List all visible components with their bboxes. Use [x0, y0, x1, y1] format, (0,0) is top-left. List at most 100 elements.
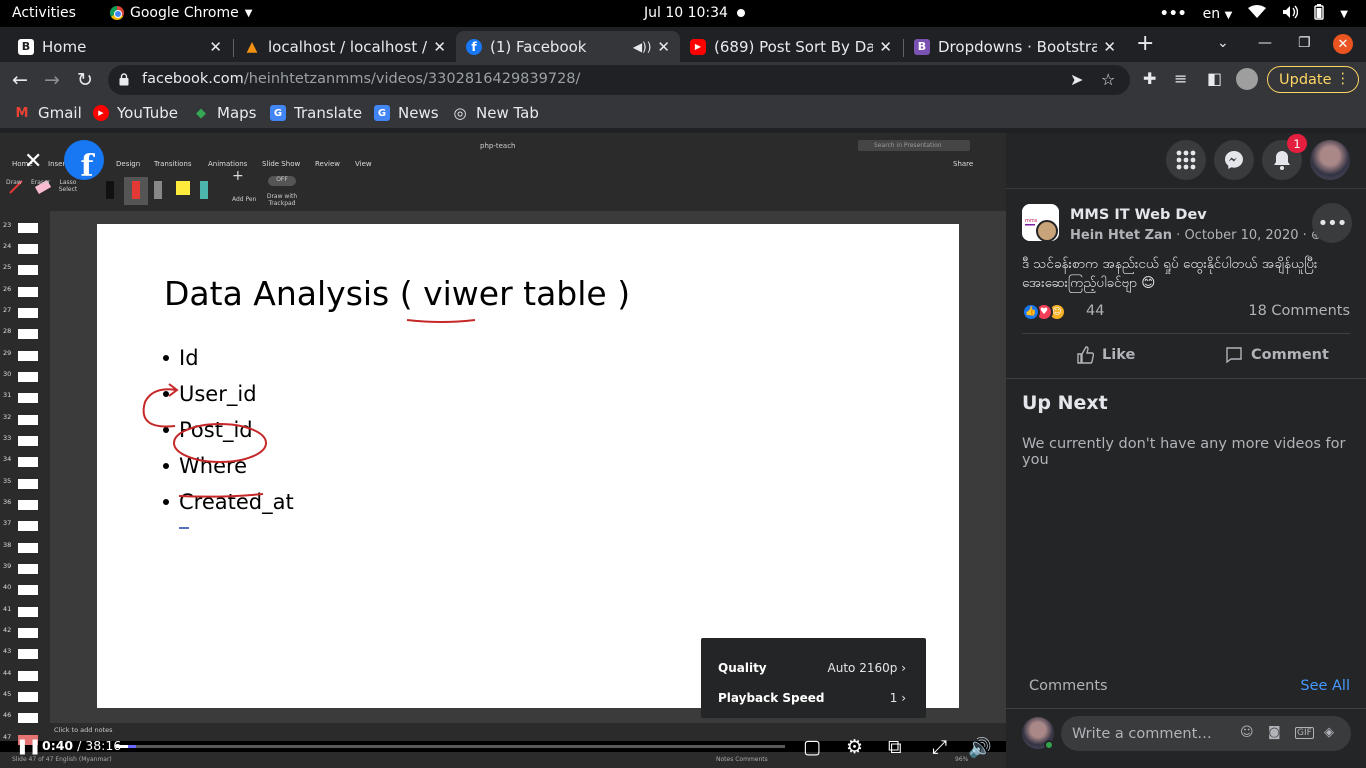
slide-thumb: 32	[3, 413, 47, 427]
close-tab-icon[interactable]: ✕	[1103, 38, 1116, 56]
system-tray[interactable]: ••• en ▼ ▼	[1160, 4, 1348, 24]
like-button[interactable]: Like	[1076, 346, 1135, 364]
chevron-right-icon: ›	[901, 691, 906, 705]
video-progress-bar[interactable]	[116, 745, 785, 748]
close-tab-icon[interactable]: ✕	[657, 38, 670, 56]
volume-icon[interactable]: 🔊	[968, 736, 992, 759]
more-icon[interactable]: •••	[1160, 6, 1187, 22]
more-options-button[interactable]: •••	[1312, 203, 1352, 243]
facebook-icon: f	[466, 38, 482, 55]
progress-buffered	[128, 745, 136, 748]
close-window-button[interactable]: ✕	[1333, 34, 1353, 54]
audio-playing-icon[interactable]: ◀))	[633, 40, 652, 54]
fullscreen-icon[interactable]: ⤢	[932, 736, 947, 758]
ppt-menu-item: Slide Show	[262, 160, 301, 168]
comments-count[interactable]: 18 Comments	[1248, 303, 1350, 319]
bookmark-maps[interactable]: ◆ Maps	[193, 104, 256, 122]
reload-icon[interactable]: ↻	[77, 69, 93, 91]
clock[interactable]: Jul 10 10:34	[644, 5, 728, 21]
side-panel-icon[interactable]: ◧	[1207, 69, 1222, 88]
profile-avatar[interactable]	[1236, 68, 1258, 90]
bookmark-translate[interactable]: G Translate	[270, 104, 362, 122]
activities-button[interactable]: Activities	[12, 5, 76, 21]
svg-text:mms: mms	[1025, 218, 1038, 224]
reading-list-icon[interactable]: ≡	[1174, 69, 1187, 88]
camera-icon[interactable]: ◙	[1268, 725, 1281, 740]
page-avatar[interactable]: mms	[1022, 204, 1059, 241]
messenger-icon[interactable]	[1214, 140, 1254, 180]
bookmark-youtube[interactable]: ▶ YouTube	[93, 104, 178, 122]
tab-phpmyadmin[interactable]: ▲ localhost / localhost / s ✕	[234, 31, 456, 62]
ppt-toggle: OFF	[268, 176, 296, 186]
close-tab-icon[interactable]: ✕	[879, 38, 892, 56]
close-tab-icon[interactable]: ✕	[433, 38, 446, 56]
minimize-button[interactable]: —	[1258, 35, 1272, 51]
see-all-link[interactable]: See All	[1300, 678, 1350, 694]
playback-speed-setting[interactable]: Playback Speed 1 ›	[718, 688, 906, 708]
slide-thumb: 39	[3, 562, 47, 576]
author-name[interactable]: Hein Htet Zan	[1070, 228, 1172, 243]
update-button[interactable]: Update ⋮	[1267, 66, 1359, 93]
slide-thumb: 24	[3, 242, 47, 256]
ppt-share: Share	[953, 160, 974, 168]
emoji-icon[interactable]: ☺	[1240, 725, 1254, 740]
sticker-icon[interactable]: ◈	[1324, 725, 1334, 740]
captions-icon[interactable]: ▢	[803, 736, 821, 758]
slide-title: Data Analysis ( viwer table )	[164, 274, 631, 313]
extensions-icon[interactable]: ✚	[1143, 69, 1156, 88]
slide-thumb: 43	[3, 647, 47, 661]
bookmark-star-icon[interactable]: ☆	[1101, 70, 1115, 89]
facebook-logo[interactable]: f	[64, 140, 104, 180]
maps-icon: ◆	[196, 105, 206, 121]
forward-icon[interactable]: →	[44, 69, 60, 91]
gear-icon[interactable]: ⚙	[846, 736, 863, 758]
close-video-icon[interactable]: ✕	[24, 149, 42, 174]
language-indicator[interactable]: en ▼	[1203, 6, 1233, 22]
new-tab-button[interactable]: +	[1136, 31, 1154, 56]
menu-grid-icon[interactable]	[1166, 140, 1206, 180]
tab-home[interactable]: B Home ✕	[8, 31, 232, 62]
slide-thumb: 31	[3, 391, 47, 405]
bookmark-news[interactable]: G News	[374, 104, 439, 122]
tab-facebook[interactable]: f (1) Facebook ◀)) ✕	[456, 31, 680, 62]
comment-icon	[1226, 347, 1242, 364]
back-icon[interactable]: ←	[12, 69, 28, 91]
kebab-menu-icon[interactable]: ⋮	[1336, 71, 1351, 87]
quality-setting[interactable]: Quality Auto 2160p ›	[718, 658, 906, 678]
comment-input[interactable]	[1072, 716, 1232, 751]
chevron-down-icon: ▼	[244, 7, 253, 19]
post-date[interactable]: · October 10, 2020 ·	[1172, 228, 1311, 243]
ppt-menu-item: Animations	[208, 160, 248, 168]
comment-input-box[interactable]: ☺ ◙ GIF ◈	[1061, 716, 1351, 751]
app-menu[interactable]: Google Chrome ▼	[110, 5, 252, 21]
comment-button[interactable]: Comment	[1225, 346, 1329, 364]
tab-search-icon[interactable]: ⌄	[1217, 35, 1229, 51]
slide-thumbnails: 23 24 25 26 27 28 29 30 31 32 33 34 35 3…	[0, 211, 50, 745]
bookmark-gmail[interactable]: M Gmail	[14, 104, 82, 122]
pause-icon[interactable]: ❚❚	[16, 737, 41, 755]
maximize-button[interactable]: ❐	[1298, 35, 1311, 51]
gif-icon[interactable]: GIF	[1295, 727, 1314, 739]
up-next-title: Up Next	[1022, 392, 1108, 414]
reaction-count[interactable]: 44	[1086, 303, 1104, 319]
send-tab-icon[interactable]: ➤	[1070, 70, 1083, 89]
video-player[interactable]: php-teach Search in Presentation Home In…	[0, 133, 1006, 768]
like-reaction-icon: 👍	[1022, 303, 1040, 321]
ppt-menu-item: View	[355, 160, 372, 168]
tab-youtube[interactable]: ▶ (689) Post Sort By Date ✕	[680, 31, 902, 62]
account-avatar[interactable]	[1310, 140, 1350, 180]
page-name[interactable]: MMS IT Web Dev	[1070, 207, 1207, 223]
bookmark-new-tab[interactable]: ◎ New Tab	[452, 104, 538, 122]
slide-thumb: 29	[3, 349, 47, 363]
slide-thumb: 25	[3, 263, 47, 277]
close-tab-icon[interactable]: ✕	[209, 38, 222, 56]
address-bar[interactable]: facebook.com/heinhtetzanmms/videos/33028…	[108, 65, 1130, 95]
picture-in-picture-icon[interactable]: ⧉	[888, 736, 902, 758]
ppt-tool-label: Draw	[6, 179, 22, 186]
reactions[interactable]: 👍 ♥ ☺	[1022, 303, 1066, 321]
tab-bootstrap-dropdowns[interactable]: B Dropdowns · Bootstrap ✕	[904, 31, 1126, 62]
slide-thumb: 33	[3, 434, 47, 448]
ppt-tool-label: Lasso Select	[58, 179, 78, 193]
video-controls: ❚❚ 0:40 / 38:16 ▢ ⚙ ⧉ ⤢ 🔊	[0, 730, 1006, 768]
news-icon: G	[374, 105, 390, 121]
